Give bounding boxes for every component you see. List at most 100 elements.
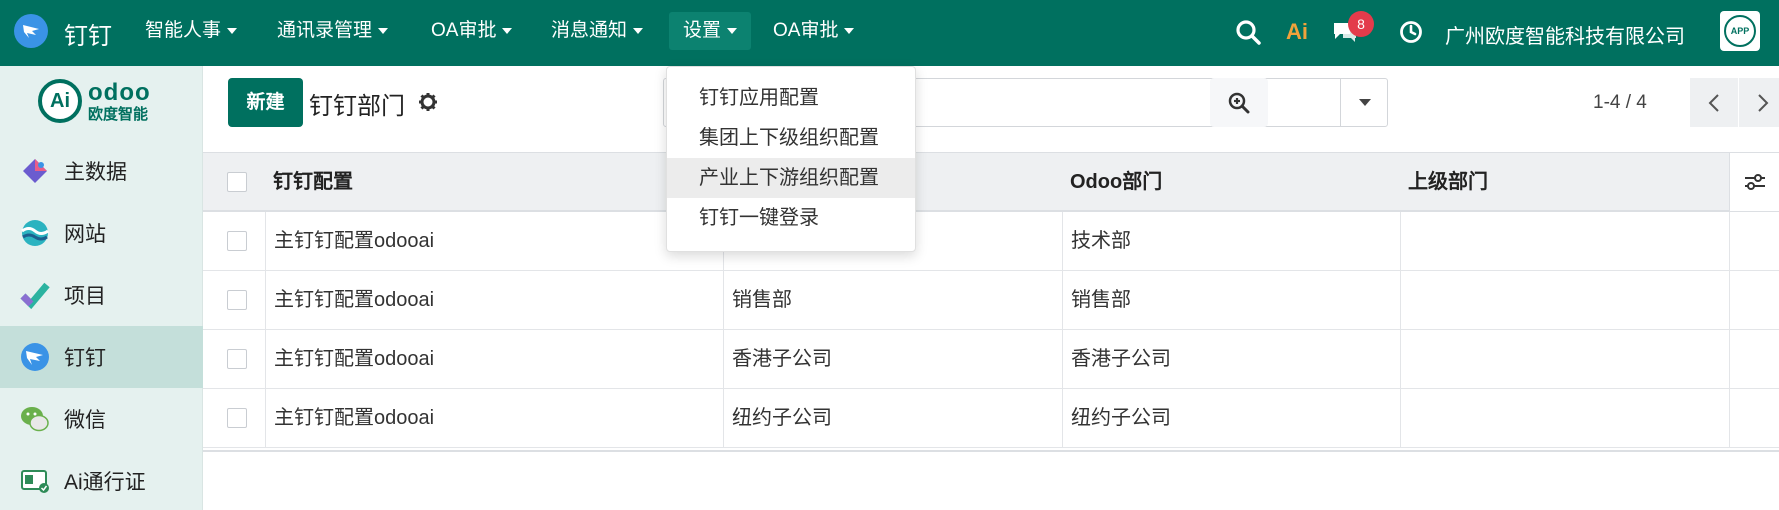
column-header-config[interactable]: 钉钉配置	[265, 153, 353, 211]
chevron-left-icon	[1708, 93, 1719, 112]
sidebar-item-master-data[interactable]: 主数据	[0, 140, 203, 202]
globe-wave-icon	[20, 218, 50, 248]
top-navbar: 钉钉 智能人事 通讯录管理 OA审批 消息通知 设置 OA审批 Ai 8 广州欧…	[0, 0, 1779, 66]
brand-mark: Ai	[38, 79, 82, 123]
cell-parent-dept	[1400, 330, 1729, 388]
menu-label: 智能人事	[145, 20, 222, 41]
cell-config: 主钉钉配置odooai	[265, 389, 723, 447]
column-header-parent-dept[interactable]: 上级部门	[1400, 153, 1488, 211]
caret-down-icon	[227, 27, 238, 34]
brand-name: odoo	[88, 78, 151, 106]
cell-odoo-dept: 销售部	[1062, 271, 1400, 329]
cell-odoo-dept: 纽约子公司	[1062, 389, 1400, 447]
cell-spacer	[1729, 271, 1779, 329]
cell-parent-dept	[1400, 271, 1729, 329]
caret-down-icon	[727, 27, 738, 34]
sidebar-item-website[interactable]: 网站	[0, 202, 203, 264]
brand-subtitle: 欧度智能	[88, 105, 149, 123]
table-row[interactable]: 主钉钉配置odooai 纽约子公司 纽约子公司	[203, 389, 1779, 448]
settings-dropdown-menu: 钉钉应用配置 集团上下级组织配置 产业上下游组织配置 钉钉一键登录	[666, 66, 916, 252]
row-checkbox[interactable]	[227, 349, 247, 369]
cell-config: 主钉钉配置odooai	[265, 212, 723, 270]
column-header-odoo-dept[interactable]: Odoo部门	[1062, 153, 1162, 211]
message-count-badge: 8	[1348, 11, 1374, 37]
sliders-icon	[1744, 174, 1765, 190]
sidebar-item-label: 项目	[64, 285, 106, 308]
tag-icon	[20, 156, 50, 186]
menu-label: 消息通知	[551, 20, 628, 41]
select-all-checkbox[interactable]	[227, 172, 247, 192]
caret-down-icon	[1358, 99, 1371, 106]
clock-icon[interactable]	[1396, 15, 1426, 49]
ai-icon[interactable]: Ai	[1282, 15, 1312, 49]
sidebar-item-project[interactable]: 项目	[0, 264, 203, 326]
cell-parent-dept	[1400, 212, 1729, 270]
menu-contacts[interactable]: 通讯录管理	[263, 12, 402, 50]
menu-settings[interactable]: 设置	[669, 12, 752, 50]
cell-name: 香港子公司	[723, 330, 1062, 388]
sidebar-item-label: Ai通行证	[64, 471, 146, 494]
chevron-right-icon	[1758, 93, 1769, 112]
table-footer	[203, 450, 1779, 452]
cell-config: 主钉钉配置odooai	[265, 271, 723, 329]
dingtalk-icon	[20, 342, 50, 372]
menu-label: 通讯录管理	[277, 20, 373, 41]
row-checkbox[interactable]	[227, 290, 247, 310]
menu-label: OA审批	[431, 20, 497, 41]
cell-name: 纽约子公司	[723, 389, 1062, 447]
cell-odoo-dept: 技术部	[1062, 212, 1400, 270]
cell-spacer	[1729, 389, 1779, 447]
dingtalk-app-icon[interactable]	[14, 14, 48, 48]
search-options-toggle[interactable]	[1340, 78, 1388, 127]
pager-previous-button[interactable]	[1690, 78, 1738, 127]
pager-value[interactable]: 1-4 / 4	[1593, 92, 1647, 114]
gear-icon[interactable]	[418, 92, 438, 117]
menu-item-dingtalk-app-config[interactable]: 钉钉应用配置	[667, 78, 915, 118]
menu-item-group-org-config[interactable]: 集团上下级组织配置	[667, 118, 915, 158]
menu-notifications[interactable]: 消息通知	[537, 12, 657, 50]
app-logo-icon: APP	[1724, 15, 1756, 47]
table-row[interactable]: 主钉钉配置odooai 销售部 销售部	[203, 271, 1779, 330]
cell-spacer	[1729, 330, 1779, 388]
table-header: 钉钉配置 Odoo部门 上级部门	[203, 152, 1779, 212]
caret-down-icon	[844, 27, 855, 34]
zoom-in-icon	[1228, 92, 1250, 113]
menu-label: 设置	[683, 20, 722, 41]
cell-spacer	[1729, 212, 1779, 270]
menu-oa-approval[interactable]: OA审批	[417, 12, 526, 50]
menu-oa-approval-2[interactable]: OA审批	[759, 12, 868, 50]
cell-config: 主钉钉配置odooai	[265, 330, 723, 388]
cell-odoo-dept: 香港子公司	[1062, 330, 1400, 388]
menu-smart-hr[interactable]: 智能人事	[131, 12, 251, 50]
caret-down-icon	[633, 27, 644, 34]
cell-parent-dept	[1400, 389, 1729, 447]
caret-down-icon	[502, 27, 513, 34]
sidebar-item-dingtalk[interactable]: 钉钉	[0, 326, 203, 388]
table-row[interactable]: 主钉钉配置odooai 香港子公司 香港子公司	[203, 330, 1779, 389]
company-switcher[interactable]: 广州欧度智能科技有限公司	[1445, 20, 1685, 49]
menu-item-one-click-login[interactable]: 钉钉一键登录	[667, 198, 915, 238]
sidebar-item-label: 钉钉	[64, 347, 106, 370]
sidebar: Ai odoo 欧度智能 主数据 网站 项目 钉钉 微信 Ai通行证	[0, 66, 203, 510]
table-row[interactable]: 主钉钉配置odooai 技术部	[203, 212, 1779, 271]
sidebar-item-label: 网站	[64, 223, 106, 246]
pager-next-button[interactable]	[1739, 78, 1779, 127]
wechat-icon	[20, 404, 50, 434]
sidebar-item-ai-pass[interactable]: Ai通行证	[0, 450, 203, 510]
sidebar-item-label: 主数据	[64, 161, 127, 184]
checkmark-icon	[20, 280, 50, 310]
cell-name: 销售部	[723, 271, 1062, 329]
search-icon[interactable]	[1233, 15, 1263, 49]
optional-columns-button[interactable]	[1729, 153, 1779, 211]
row-checkbox[interactable]	[227, 408, 247, 428]
user-avatar[interactable]: APP	[1720, 11, 1760, 51]
page-title: 钉钉部门	[309, 93, 405, 120]
zoom-search-button[interactable]	[1210, 78, 1268, 127]
menu-label: OA审批	[773, 20, 839, 41]
sidebar-item-wechat[interactable]: 微信	[0, 388, 203, 450]
brand-logo[interactable]: Ai odoo 欧度智能	[38, 78, 151, 124]
new-button[interactable]: 新建	[228, 78, 303, 127]
app-name[interactable]: 钉钉	[64, 16, 112, 51]
row-checkbox[interactable]	[227, 231, 247, 251]
menu-item-industry-org-config[interactable]: 产业上下游组织配置	[667, 158, 915, 198]
